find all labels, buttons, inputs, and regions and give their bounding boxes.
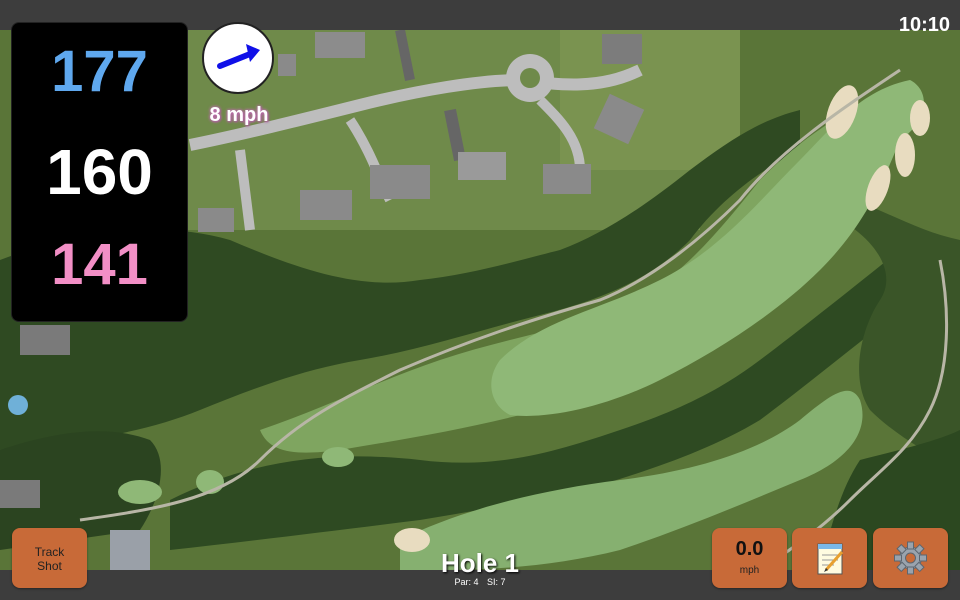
hole-meta: Par: 4 SI: 7 [380,577,580,587]
hole-title: Hole 1 [440,548,520,578]
clock: 10:10 [898,14,950,36]
distance-panel: 177 160 141 [11,22,188,322]
back-distance: 177 [51,39,148,104]
hole-par: Par: 4 [454,577,479,587]
track-shot-label-line1: Track [34,545,65,559]
wind-arrow-icon [217,44,260,69]
track-shot-label-line2: Shot [37,559,62,573]
front-distance: 141 [51,232,148,297]
hole-stroke-index: SI: 7 [487,577,506,587]
wind-speed-label: 8 mph [209,104,269,126]
middle-distance: 160 [46,136,153,208]
wind-button-value: 0.0 [735,538,764,560]
notepad-icon [817,543,844,575]
track-shot-button[interactable]: Track Shot [12,528,87,588]
wind-speed-button[interactable]: 0.0 mph [712,528,787,588]
notes-button[interactable] [792,528,867,588]
settings-button[interactable] [873,528,948,588]
wind-direction-dial [202,22,274,94]
gear-icon [894,541,927,575]
wind-button-unit: mph [739,565,760,576]
